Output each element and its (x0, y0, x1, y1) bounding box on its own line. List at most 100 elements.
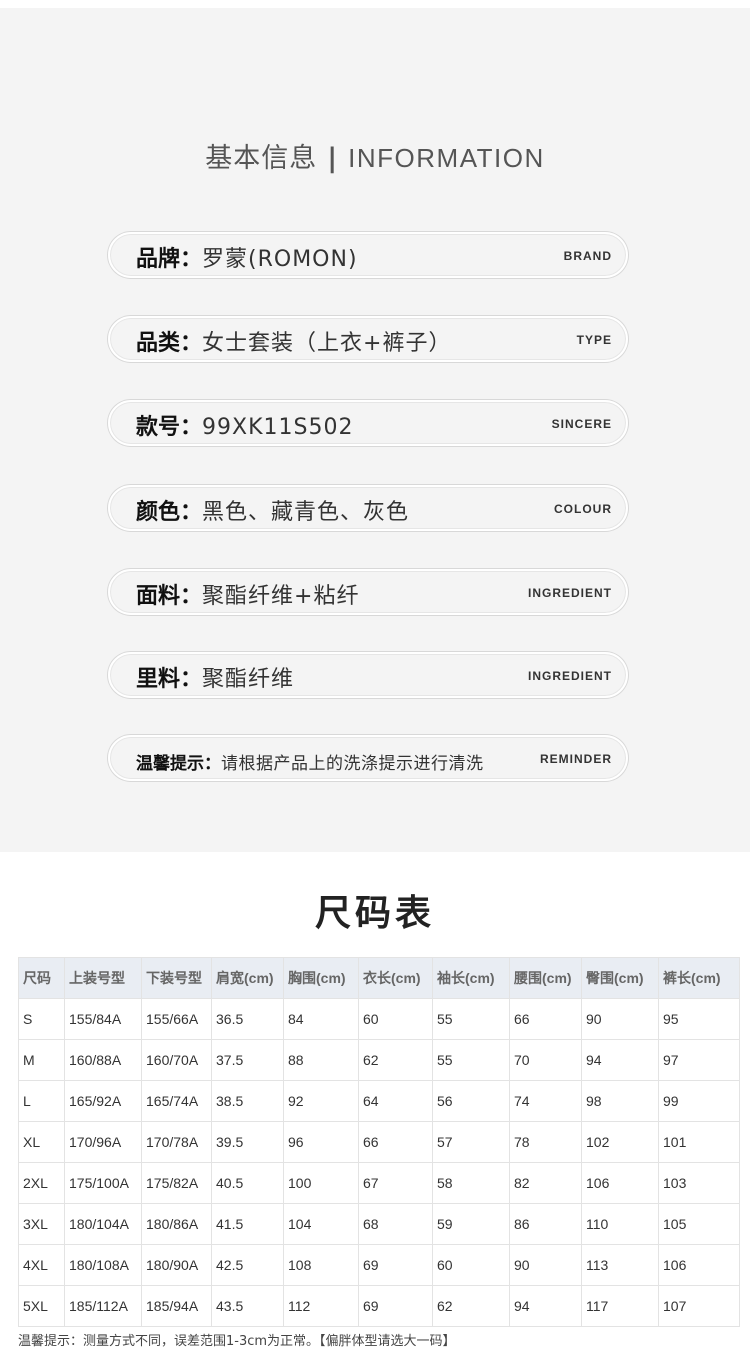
column-header: 腰围(cm) (509, 957, 582, 999)
table-cell: 66 (358, 1121, 433, 1163)
info-title-en: INFORMATION (348, 143, 545, 173)
info-label: 款号：99XK11S502 (136, 415, 354, 440)
table-row: S 155/84A 155/66A 36.5 84 60 55 66 90 95 (18, 998, 740, 1040)
table-cell: 38.5 (211, 1080, 284, 1122)
table-row: L 165/92A 165/74A 38.5 92 64 56 74 98 99 (18, 1080, 740, 1122)
table-cell: 94 (509, 1285, 582, 1327)
column-header: 肩宽(cm) (211, 957, 284, 999)
table-cell: 57 (432, 1121, 510, 1163)
table-cell: 103 (658, 1162, 740, 1204)
table-cell: 36.5 (211, 998, 284, 1040)
table-cell: 170/78A (141, 1121, 212, 1163)
info-en-label: INGREDIENT (527, 586, 612, 600)
info-value: 女士套装（上衣+裤子） (202, 331, 452, 356)
table-cell: 64 (358, 1080, 433, 1122)
table-cell: 165/92A (64, 1080, 142, 1122)
info-label: 颜色：黑色、藏青色、灰色 (136, 500, 410, 525)
table-cell: 86 (509, 1203, 582, 1245)
table-cell: 106 (581, 1162, 659, 1204)
table-cell: 95 (658, 998, 740, 1040)
table-cell: 90 (581, 998, 659, 1040)
table-cell: 78 (509, 1121, 582, 1163)
column-header: 臀围(cm) (581, 957, 659, 999)
table-cell: 5XL (18, 1285, 65, 1327)
info-en-label: COLOUR (554, 502, 612, 516)
table-cell: 69 (358, 1244, 433, 1286)
info-value: 请根据产品上的洗涤提示进行清洗 (221, 754, 484, 774)
info-title-separator: | (327, 143, 339, 174)
table-cell: 160/70A (141, 1039, 212, 1081)
table-cell: 70 (509, 1039, 582, 1081)
table-cell: 155/84A (64, 998, 142, 1040)
table-cell: 97 (658, 1039, 740, 1081)
table-row: 2XL 175/100A 175/82A 40.5 100 67 58 82 106 103 (18, 1162, 740, 1204)
table-cell: 180/86A (141, 1203, 212, 1245)
table-cell: 69 (358, 1285, 433, 1327)
table-cell: 110 (581, 1203, 659, 1245)
column-header: 裤长(cm) (658, 957, 740, 999)
table-cell: M (18, 1039, 65, 1081)
table-cell: L (18, 1080, 65, 1122)
info-row-fabric: 面料：聚酯纤维+粘纤 INGREDIENT (108, 569, 628, 615)
size-chart-header-row: 尺码 上装号型 下装号型 肩宽(cm) 胸围(cm) 衣长(cm) 袖长(cm)… (18, 957, 740, 999)
info-row-style-number: 款号：99XK11S502 SINCERE (108, 400, 628, 446)
table-cell: 112 (283, 1285, 359, 1327)
table-cell: 102 (581, 1121, 659, 1163)
info-en-label: BRAND (563, 249, 612, 263)
table-cell: 160/88A (64, 1039, 142, 1081)
table-cell: 84 (283, 998, 359, 1040)
table-cell: 96 (283, 1121, 359, 1163)
table-cell: 107 (658, 1285, 740, 1327)
table-cell: 66 (509, 998, 582, 1040)
info-en-label: REMINDER (539, 752, 612, 766)
info-value: 罗蒙(ROMON) (202, 247, 358, 272)
column-header: 尺码 (18, 957, 65, 999)
info-row-lining: 里料：聚酯纤维 INGREDIENT (108, 652, 628, 698)
table-cell: 67 (358, 1162, 433, 1204)
table-cell: 108 (283, 1244, 359, 1286)
info-section: 基本信息 | INFORMATION 品牌：罗蒙(ROMON) BRAND 品类：女… (0, 8, 750, 852)
table-cell: 90 (509, 1244, 582, 1286)
info-title: 基本信息 | INFORMATION (0, 136, 750, 175)
size-chart-footnote: 温馨提示：测量方式不同，误差范围1-3cm为正常。【偏胖体型请选大一码】 (18, 1334, 456, 1349)
table-cell: 94 (581, 1039, 659, 1081)
table-cell: 117 (581, 1285, 659, 1327)
table-cell: 60 (432, 1244, 510, 1286)
table-cell: 59 (432, 1203, 510, 1245)
column-header: 下装号型 (141, 957, 212, 999)
table-cell: 104 (283, 1203, 359, 1245)
table-cell: S (18, 998, 65, 1040)
table-cell: 74 (509, 1080, 582, 1122)
table-cell: 155/66A (141, 998, 212, 1040)
table-cell: 106 (658, 1244, 740, 1286)
info-label: 品牌：罗蒙(ROMON) (136, 247, 358, 272)
table-cell: 105 (658, 1203, 740, 1245)
info-value: 99XK11S502 (202, 415, 354, 440)
table-row: 5XL 185/112A 185/94A 43.5 112 69 62 94 117 107 (18, 1285, 740, 1327)
table-row: 3XL 180/104A 180/86A 41.5 104 68 59 86 110 105 (18, 1203, 740, 1245)
table-cell: 2XL (18, 1162, 65, 1204)
info-en-label: SINCERE (551, 417, 612, 431)
info-row-reminder: 温馨提示：请根据产品上的洗涤提示进行清洗 REMINDER (108, 735, 628, 781)
column-header: 胸围(cm) (283, 957, 359, 999)
table-cell: 180/90A (141, 1244, 212, 1286)
info-title-cn: 基本信息 (205, 143, 318, 174)
table-cell: 55 (432, 998, 510, 1040)
info-value: 聚酯纤维+粘纤 (202, 584, 360, 609)
table-cell: 180/108A (64, 1244, 142, 1286)
table-cell: 170/96A (64, 1121, 142, 1163)
info-value: 聚酯纤维 (202, 667, 295, 692)
table-cell: 42.5 (211, 1244, 284, 1286)
info-value: 黑色、藏青色、灰色 (202, 500, 410, 525)
table-cell: XL (18, 1121, 65, 1163)
table-cell: 101 (658, 1121, 740, 1163)
table-cell: 62 (432, 1285, 510, 1327)
column-header: 衣长(cm) (358, 957, 433, 999)
size-chart-title: 尺码表 (314, 893, 435, 934)
table-cell: 68 (358, 1203, 433, 1245)
info-en-label: INGREDIENT (527, 669, 612, 683)
table-cell: 37.5 (211, 1039, 284, 1081)
table-cell: 175/100A (64, 1162, 142, 1204)
info-label: 里料：聚酯纤维 (136, 667, 295, 692)
table-cell: 165/74A (141, 1080, 212, 1122)
